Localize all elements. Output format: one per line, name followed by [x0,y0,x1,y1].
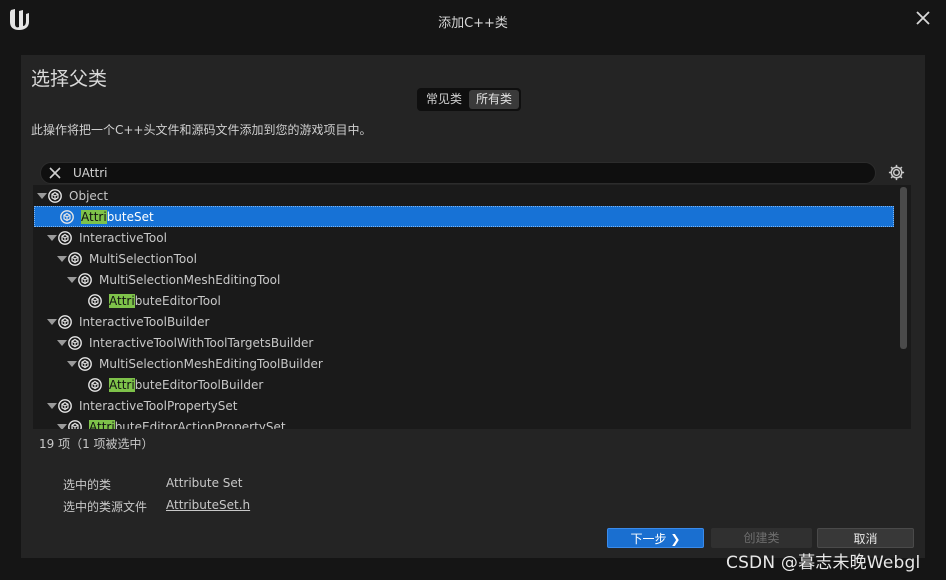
tree-row-label: MultiSelectionMeshEditingTool [99,273,280,287]
search-box [40,162,876,184]
title-bar: 添加C++类 [0,0,946,40]
tree-row-text: InteractiveToolBuilder [79,314,210,329]
selected-class-label: 选中的类 [63,478,112,492]
expand-arrow-icon[interactable] [67,276,77,283]
expand-arrow-icon[interactable] [67,360,77,367]
gear-icon[interactable] [887,163,906,182]
class-icon [88,293,102,308]
create-class-button[interactable]: 创建类 [711,528,812,548]
expand-arrow-icon[interactable] [37,192,47,199]
class-icon [78,272,92,287]
tree-row-text: buteSet [106,209,154,224]
search-match-highlight: Attri [109,377,135,392]
search-match-highlight: Attri [81,209,107,224]
expand-arrow-icon[interactable] [57,423,67,429]
tree-row[interactable]: MultiSelectionMeshEditingToolBuilder [33,353,899,374]
tree-row-label: AttributeSet [81,209,154,224]
tree-row[interactable]: AttributeEditorToolBuilder [33,374,899,395]
description-text: 此操作将把一个C++头文件和源码文件添加到您的游戏项目中。 [31,123,372,137]
tree-row-label: AttributeEditorToolBuilder [109,377,264,392]
tree-row-text: MultiSelectionMeshEditingTool [99,272,281,287]
tree-row-label: InteractiveToolBuilder [79,315,209,329]
tree-row-label: Object [69,189,108,203]
tree-row[interactable]: MultiSelectionMeshEditingTool [33,269,899,290]
tree-row-label: MultiSelectionTool [89,252,197,266]
expand-arrow-icon[interactable] [47,234,57,241]
item-count: 19 项（1 项被选中） [39,437,154,451]
tree-row-label: InteractiveToolWithToolTargetsBuilder [89,336,313,350]
tree-row-text: MultiSelectionTool [89,251,197,266]
tree-row[interactable]: Object [33,185,899,206]
class-icon [48,188,62,203]
class-icon [78,356,92,371]
tree-scrollbar[interactable] [900,187,907,349]
tree-row-label: InteractiveTool [79,231,167,245]
class-icon [88,377,102,392]
window-title: 添加C++类 [438,16,508,31]
tree-row-label: AttributeEditorTool [109,293,221,308]
cancel-button[interactable]: 取消 [817,528,914,548]
tree-row[interactable]: InteractiveToolBuilder [33,311,899,332]
tree-row-text: buteEditorTool [134,293,221,308]
dialog-panel: 选择父类 常见类 所有类 此操作将把一个C++头文件和源码文件添加到您的游戏项目… [21,55,925,558]
selected-file-label: 选中的类源文件 [63,500,148,514]
tree-row[interactable]: AttributeEditorTool [33,290,899,311]
expand-arrow-icon[interactable] [47,402,57,409]
search-input[interactable] [73,164,853,182]
class-icon [58,398,72,413]
tab-common-classes[interactable]: 常见类 [419,90,469,109]
tree-row-text: InteractiveToolPropertySet [79,398,238,413]
search-match-highlight: Attri [109,293,135,308]
class-icon [68,251,82,266]
tree-row-label: InteractiveToolPropertySet [79,399,237,413]
tree-row-text: InteractiveToolWithToolTargetsBuilder [89,335,314,350]
class-icon [68,419,82,429]
close-icon[interactable] [914,9,932,27]
class-icon [68,335,82,350]
watermark: CSDN @暮志未晚Webgl [726,553,921,573]
tree-row[interactable]: MultiSelectionTool [33,248,899,269]
expand-arrow-icon[interactable] [57,255,67,262]
tree-row-text: Object [69,188,109,203]
selected-file-link[interactable]: AttributeSet.h [166,498,250,512]
search-match-highlight: Attri [89,419,115,429]
selected-class-value: Attribute Set [166,476,243,490]
page-title: 选择父类 [31,68,108,90]
tree-row-text: buteEditorActionPropertySet [114,419,286,430]
class-icon [60,209,74,224]
next-button[interactable]: 下一步 ❯ [607,528,704,548]
tree-row-label: MultiSelectionMeshEditingToolBuilder [99,357,323,371]
expand-arrow-icon[interactable] [57,339,67,346]
class-filter-tabs: 常见类 所有类 [417,88,522,111]
tree-row[interactable]: AttributeSet [34,206,894,227]
tree-row[interactable]: InteractiveTool [33,227,899,248]
class-icon [58,230,72,245]
tree-row[interactable]: InteractiveToolWithToolTargetsBuilder [33,332,899,353]
tree-row-label: AttributeEditorActionPropertySet [89,419,286,430]
class-icon [58,314,72,329]
tab-all-classes[interactable]: 所有类 [469,90,520,109]
next-button-label: 下一步 [630,532,667,546]
tree-row[interactable]: InteractiveToolPropertySet [33,395,899,416]
tree-row[interactable]: AttributeEditorActionPropertySet [33,416,899,429]
class-tree: Object AttributeSet InteractiveTool MultiSe… [33,185,911,429]
clear-x-icon[interactable] [47,165,63,181]
tree-row-text: InteractiveTool [79,230,167,245]
expand-arrow-icon[interactable] [47,318,57,325]
tree-row-text: buteEditorToolBuilder [134,377,264,392]
tree-row-text: MultiSelectionMeshEditingToolBuilder [99,356,323,371]
chevron-right-icon: ❯ [670,532,681,546]
